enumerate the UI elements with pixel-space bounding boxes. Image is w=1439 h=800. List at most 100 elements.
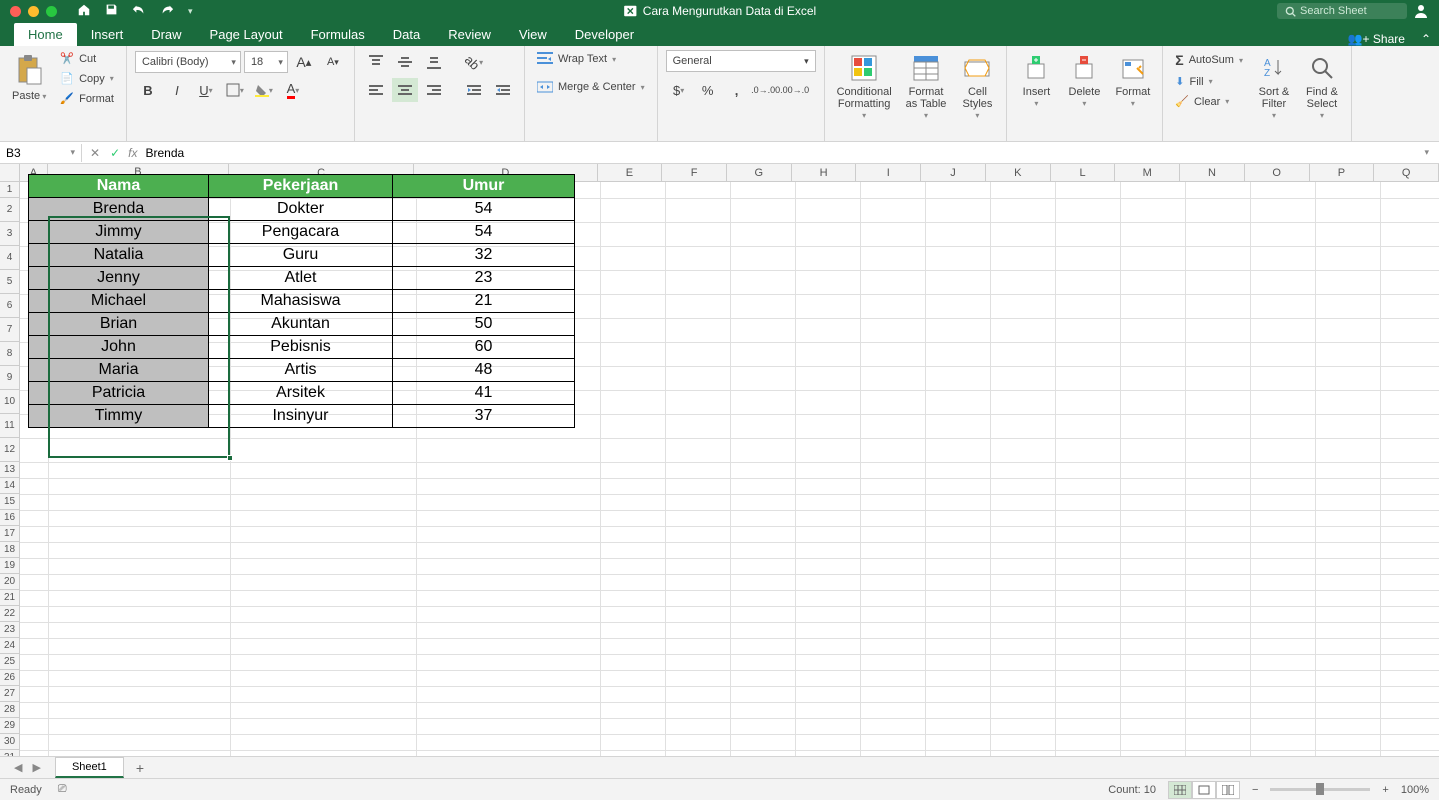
merge-center-button[interactable]: Merge & Center	[533, 78, 649, 96]
row-header-23[interactable]: 23	[0, 622, 20, 638]
spreadsheet-grid[interactable]: ABCDEFGHIJKLMNOPQ 1234567891011121314151…	[0, 164, 1439, 764]
font-size-select[interactable]: 18	[244, 51, 288, 73]
col-header-L[interactable]: L	[1051, 164, 1116, 181]
col-header-K[interactable]: K	[986, 164, 1051, 181]
cell-pekerjaan[interactable]: Guru	[209, 244, 393, 267]
tab-formulas[interactable]: Formulas	[297, 23, 379, 46]
col-header-I[interactable]: I	[856, 164, 921, 181]
formula-input[interactable]: Brenda	[145, 146, 184, 160]
align-top-button[interactable]	[363, 50, 389, 74]
tab-draw[interactable]: Draw	[137, 23, 195, 46]
macro-record-icon[interactable]: ⎚	[58, 783, 67, 796]
row-header-24[interactable]: 24	[0, 638, 20, 654]
fill-color-button[interactable]	[251, 78, 277, 102]
cell-nama[interactable]: Brian	[29, 313, 209, 336]
delete-cells-button[interactable]: Delete	[1063, 50, 1105, 113]
cell-umur[interactable]: 21	[393, 290, 575, 313]
cell-umur[interactable]: 23	[393, 267, 575, 290]
maximize-window[interactable]	[46, 6, 57, 17]
row-header-19[interactable]: 19	[0, 558, 20, 574]
underline-button[interactable]: U	[193, 78, 219, 102]
page-layout-view-button[interactable]	[1192, 781, 1216, 799]
row-header-2[interactable]: 2	[0, 198, 20, 222]
row-header-13[interactable]: 13	[0, 462, 20, 478]
font-name-select[interactable]: Calibri (Body)	[135, 51, 241, 73]
row-header-29[interactable]: 29	[0, 718, 20, 734]
name-box[interactable]: B3▾	[0, 144, 82, 162]
tab-data[interactable]: Data	[379, 23, 434, 46]
increase-decimal-button[interactable]: .0→.00	[753, 78, 779, 102]
cell-styles-button[interactable]: Cell Styles	[956, 50, 998, 125]
tab-developer[interactable]: Developer	[561, 23, 648, 46]
cell-nama[interactable]: Natalia	[29, 244, 209, 267]
row-header-22[interactable]: 22	[0, 606, 20, 622]
user-icon[interactable]	[1413, 3, 1429, 19]
row-header-10[interactable]: 10	[0, 390, 20, 414]
increase-indent-button[interactable]	[490, 78, 516, 102]
align-bottom-button[interactable]	[421, 50, 447, 74]
row-header-14[interactable]: 14	[0, 478, 20, 494]
cell-nama[interactable]: Jimmy	[29, 221, 209, 244]
row-header-21[interactable]: 21	[0, 590, 20, 606]
row-header-17[interactable]: 17	[0, 526, 20, 542]
comma-button[interactable]: ,	[724, 78, 750, 102]
redo-icon[interactable]	[160, 3, 174, 20]
row-header-26[interactable]: 26	[0, 670, 20, 686]
row-header-4[interactable]: 4	[0, 246, 20, 270]
align-middle-button[interactable]	[392, 50, 418, 74]
cell-umur[interactable]: 54	[393, 221, 575, 244]
cell-nama[interactable]: Patricia	[29, 382, 209, 405]
search-sheet-input[interactable]: Search Sheet	[1277, 3, 1407, 19]
home-icon[interactable]	[77, 3, 91, 20]
normal-view-button[interactable]	[1168, 781, 1192, 799]
col-header-F[interactable]: F	[662, 164, 727, 181]
cell-nama[interactable]: Brenda	[29, 198, 209, 221]
align-center-button[interactable]	[392, 78, 418, 102]
row-header-1[interactable]: 1	[0, 182, 20, 198]
format-painter-button[interactable]: 🖌️Format	[56, 90, 118, 107]
row-header-11[interactable]: 11	[0, 414, 20, 438]
cell-umur[interactable]: 32	[393, 244, 575, 267]
row-header-15[interactable]: 15	[0, 494, 20, 510]
prev-sheet-button[interactable]: ◀	[14, 761, 22, 774]
decrease-decimal-button[interactable]: .00→.0	[782, 78, 808, 102]
cancel-formula-icon[interactable]: ✕	[90, 146, 100, 160]
decrease-font-button[interactable]: A▾	[320, 50, 346, 74]
cell-umur[interactable]: 50	[393, 313, 575, 336]
row-header-3[interactable]: 3	[0, 222, 20, 246]
table-header[interactable]: Nama	[29, 175, 209, 198]
add-sheet-button[interactable]: +	[124, 757, 156, 779]
cell-nama[interactable]: Michael	[29, 290, 209, 313]
cut-button[interactable]: ✂️Cut	[56, 50, 118, 67]
number-format-select[interactable]: General▾	[666, 50, 816, 72]
currency-button[interactable]: $	[666, 78, 692, 102]
row-header-25[interactable]: 25	[0, 654, 20, 670]
zoom-level[interactable]: 100%	[1401, 784, 1429, 796]
row-header-6[interactable]: 6	[0, 294, 20, 318]
cell-nama[interactable]: Timmy	[29, 405, 209, 428]
qat-dropdown[interactable]: ▾	[188, 6, 193, 17]
cell-pekerjaan[interactable]: Artis	[209, 359, 393, 382]
row-header-5[interactable]: 5	[0, 270, 20, 294]
col-header-H[interactable]: H	[792, 164, 857, 181]
fill-handle[interactable]	[227, 455, 233, 461]
cell-pekerjaan[interactable]: Insinyur	[209, 405, 393, 428]
row-header-12[interactable]: 12	[0, 438, 20, 462]
table-header[interactable]: Umur	[393, 175, 575, 198]
cell-pekerjaan[interactable]: Akuntan	[209, 313, 393, 336]
row-header-20[interactable]: 20	[0, 574, 20, 590]
cell-umur[interactable]: 37	[393, 405, 575, 428]
tab-view[interactable]: View	[505, 23, 561, 46]
sheet-tab-1[interactable]: Sheet1	[55, 757, 124, 778]
cell-pekerjaan[interactable]: Pebisnis	[209, 336, 393, 359]
format-as-table-button[interactable]: Format as Table	[902, 50, 951, 125]
row-header-27[interactable]: 27	[0, 686, 20, 702]
tab-home[interactable]: Home	[14, 23, 77, 46]
sort-filter-button[interactable]: AZSort & Filter	[1253, 50, 1295, 125]
save-icon[interactable]	[105, 3, 118, 19]
align-left-button[interactable]	[363, 78, 389, 102]
percent-button[interactable]: %	[695, 78, 721, 102]
cell-umur[interactable]: 54	[393, 198, 575, 221]
fx-icon[interactable]: fx	[128, 146, 137, 160]
orientation-button[interactable]: ab	[461, 50, 487, 74]
